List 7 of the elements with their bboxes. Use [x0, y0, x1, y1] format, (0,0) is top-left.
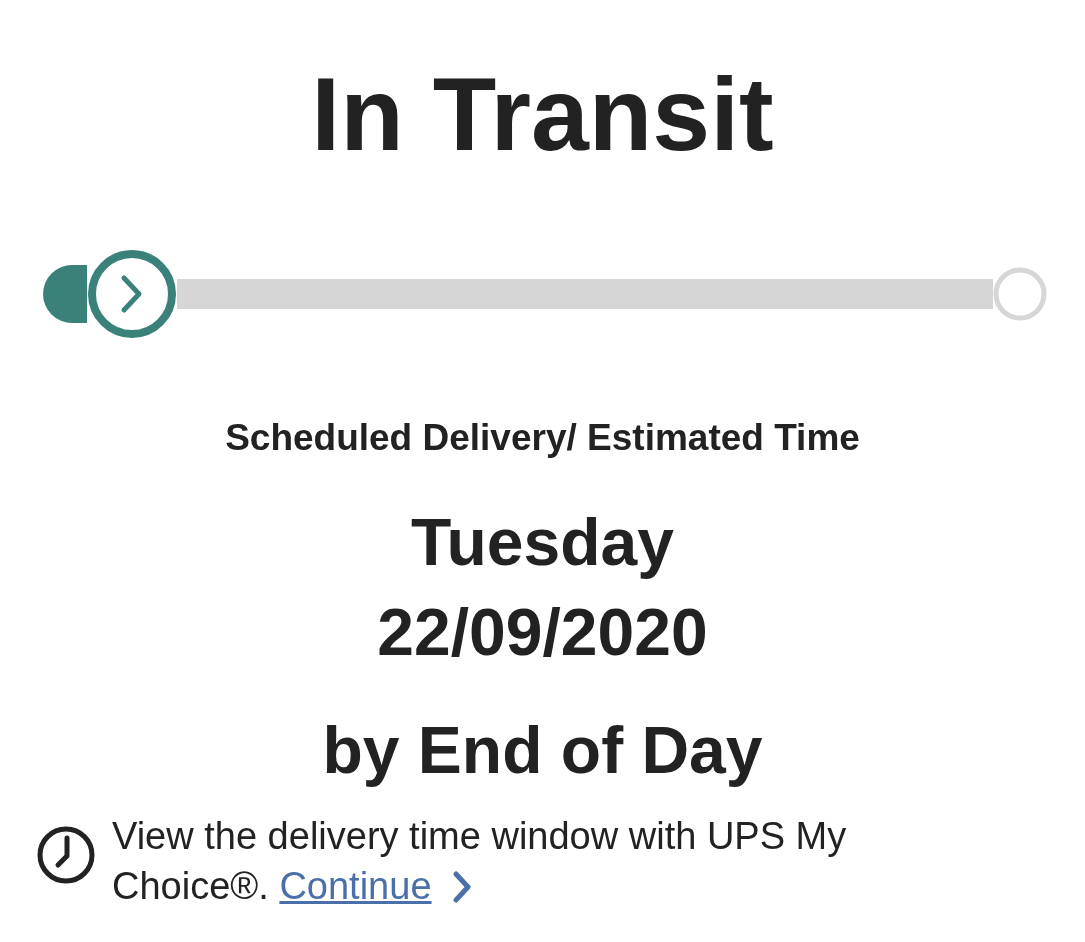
status-title: In Transit [311, 55, 774, 174]
delivery-time: by End of Day [322, 711, 763, 789]
delivery-label: Scheduled Delivery/ Estimated Time [225, 416, 860, 459]
continue-link[interactable]: Continue [279, 864, 432, 907]
delivery-day: Tuesday [411, 496, 674, 587]
my-choice-note: View the delivery time window with UPS My Choice®. Continue [112, 813, 848, 909]
delivery-date: 22/09/2020 [377, 593, 708, 671]
